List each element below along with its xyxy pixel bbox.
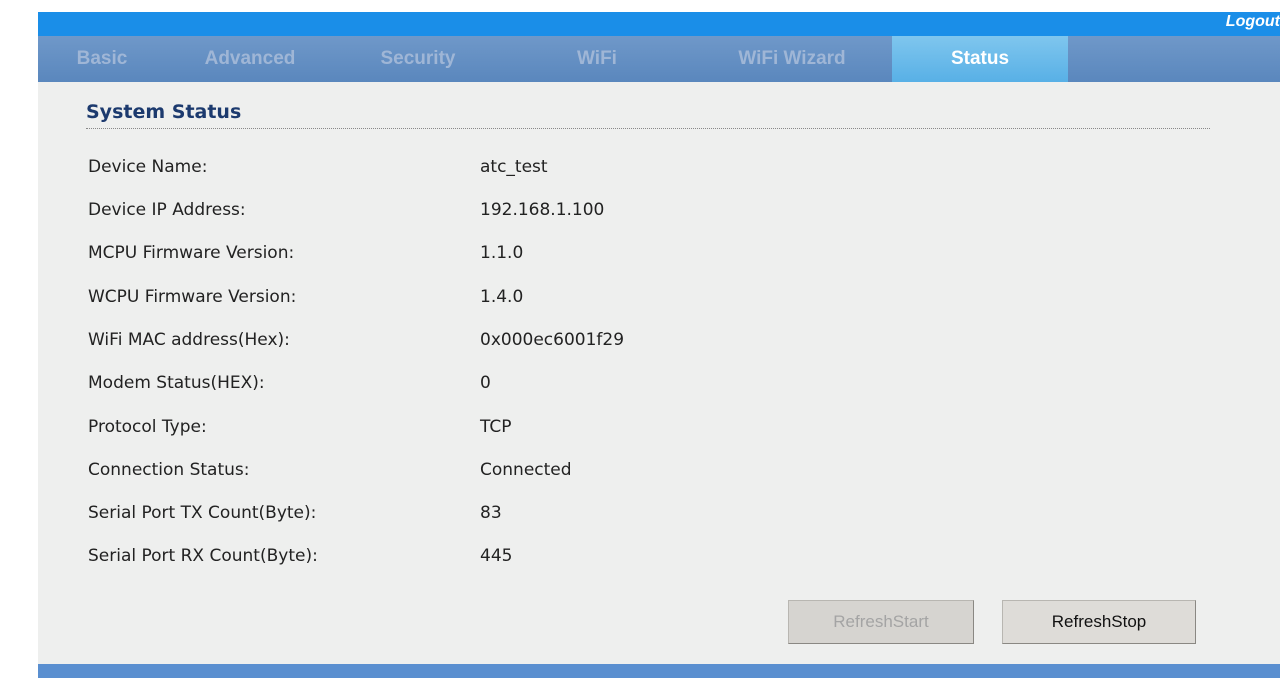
status-panel: System Status Device Name: atc_test Devi… (38, 82, 1280, 664)
tab-security[interactable]: Security (334, 36, 502, 82)
tab-basic[interactable]: Basic (38, 36, 166, 82)
refresh-stop-button[interactable]: RefreshStop (1002, 600, 1196, 644)
logout-link[interactable]: Logout (1226, 13, 1280, 31)
status-value: 445 (480, 546, 513, 566)
main-nav: Basic Advanced Security WiFi WiFi Wizard… (38, 36, 1280, 82)
status-label: MCPU Firmware Version: (88, 243, 295, 263)
status-value: 83 (480, 503, 502, 523)
status-value: atc_test (480, 157, 548, 177)
tab-wifi[interactable]: WiFi (502, 36, 692, 82)
status-value: 0 (480, 373, 491, 393)
status-label: Protocol Type: (88, 417, 207, 437)
tab-advanced[interactable]: Advanced (166, 36, 334, 82)
top-bar: Logout (38, 12, 1280, 36)
status-label: Serial Port RX Count(Byte): (88, 546, 318, 566)
status-label: Serial Port TX Count(Byte): (88, 503, 317, 523)
refresh-start-button[interactable]: RefreshStart (788, 600, 974, 644)
status-label: Device Name: (88, 157, 208, 177)
status-label: WiFi MAC address(Hex): (88, 330, 290, 350)
status-label: Device IP Address: (88, 200, 246, 220)
status-value: 1.1.0 (480, 243, 524, 263)
tab-status[interactable]: Status (892, 36, 1068, 82)
bottom-bar (38, 664, 1280, 678)
status-label: Connection Status: (88, 460, 250, 480)
status-value: Connected (480, 460, 572, 480)
tab-wifi-wizard[interactable]: WiFi Wizard (692, 36, 892, 82)
status-value: 1.4.0 (480, 287, 524, 307)
status-value: TCP (480, 417, 512, 437)
status-value: 0x000ec6001f29 (480, 330, 625, 350)
title-divider (86, 128, 1210, 129)
app-frame: Logout Basic Advanced Security WiFi WiFi… (38, 12, 1280, 678)
status-label: Modem Status(HEX): (88, 373, 265, 393)
status-label: WCPU Firmware Version: (88, 287, 297, 307)
status-value: 192.168.1.100 (480, 200, 605, 220)
page-title: System Status (86, 101, 242, 123)
